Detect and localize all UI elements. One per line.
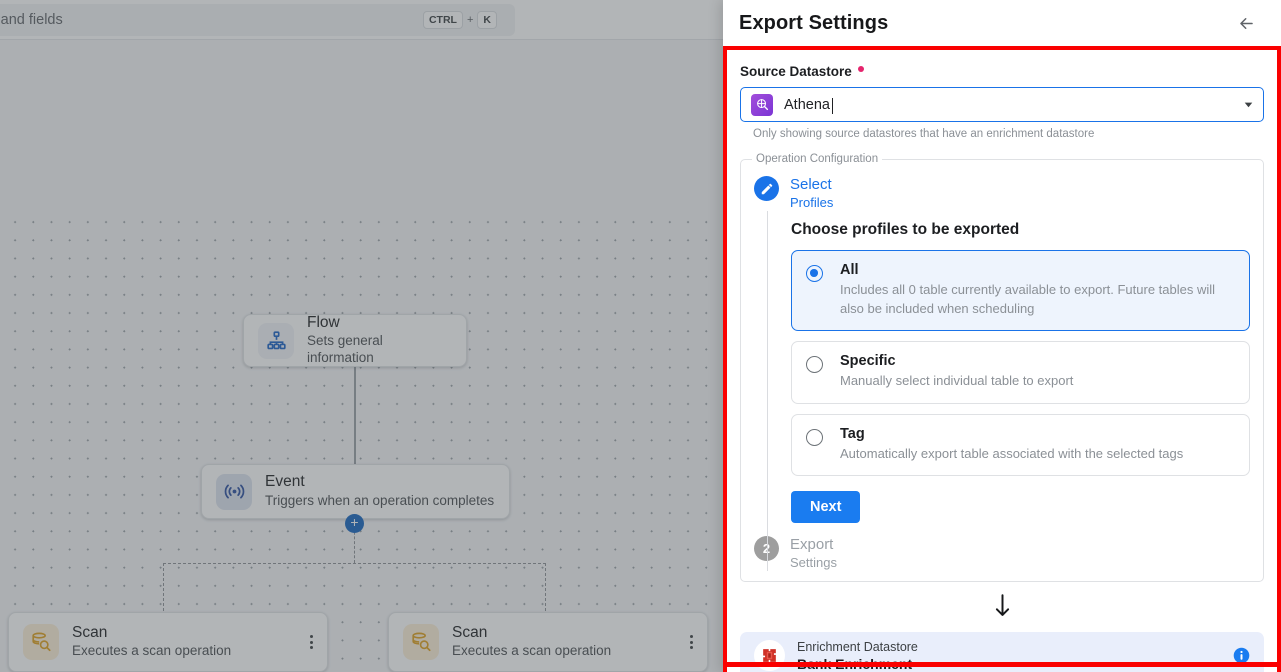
next-button[interactable]: Next (791, 491, 861, 524)
source-datastore-label-text: Source Datastore (740, 64, 852, 79)
stepper-step-export-settings[interactable]: 2 Export Settings (741, 535, 1263, 571)
stepper-connector-line (766, 211, 768, 572)
chevron-down-icon[interactable] (1242, 98, 1255, 111)
required-indicator-dot (857, 65, 864, 72)
source-datastore-value: Athena (784, 96, 833, 114)
option-specific[interactable]: Specific Manually select individual tabl… (791, 341, 1250, 404)
stepper-step-2-line2: Settings (790, 554, 837, 570)
arrow-left-icon[interactable] (1231, 8, 1261, 38)
enrichment-datastore-caption: Enrichment Datastore (797, 639, 918, 654)
radio-tag[interactable] (806, 428, 823, 446)
highlight-rectangle-bottom (723, 662, 1281, 667)
page-title: Export Settings (739, 11, 889, 34)
arrow-down-icon (740, 593, 1264, 625)
option-all-title: All (840, 262, 859, 279)
option-all[interactable]: All Includes all 0 table currently avail… (791, 250, 1250, 332)
option-tag-description: Automatically export table associated wi… (840, 445, 1184, 461)
source-datastore-helper-text: Only showing source datastores that have… (753, 128, 1095, 140)
operation-configuration-legend: Operation Configuration (756, 153, 879, 165)
modal-backdrop[interactable] (0, 0, 723, 672)
operation-stepper: Select Profiles Choose profiles to be ex… (741, 171, 1263, 572)
option-tag-title: Tag (840, 425, 865, 442)
option-specific-title: Specific (840, 353, 896, 370)
stepper-step-2-line1: Export (790, 536, 834, 554)
option-all-text: All Includes all 0 table currently avail… (840, 262, 1235, 318)
stepper-step-1-label: Select Profiles (790, 175, 833, 211)
choose-profiles-heading: Choose profiles to be exported (791, 221, 1020, 239)
option-specific-text: Specific Manually select individual tabl… (840, 353, 1073, 390)
stepper-step-select-profiles[interactable]: Select Profiles (741, 175, 1263, 211)
option-tag-text: Tag Automatically export table associate… (840, 426, 1183, 463)
option-specific-description: Manually select individual table to expo… (840, 373, 1074, 389)
radio-all[interactable] (806, 265, 823, 283)
athena-datastore-icon (751, 93, 773, 116)
select-profiles-content: Choose profiles to be exported All Inclu… (741, 211, 1263, 527)
stepper-step-1-line1: Select (790, 176, 832, 193)
source-datastore-select[interactable]: Athena (740, 87, 1264, 122)
source-datastore-label: Source Datastore (740, 64, 1264, 79)
option-all-description: Includes all 0 table currently available… (840, 282, 1216, 316)
pencil-edit-icon (754, 176, 779, 201)
panel-body: Source Datastore Athena Only showing sou… (723, 50, 1281, 672)
export-settings-panel: Export Settings Source Datastore Athena … (723, 0, 1281, 672)
screen-root: Search datastores, containers and fields… (0, 0, 1281, 672)
flow-canvas: Search datastores, containers and fields… (0, 0, 723, 672)
radio-specific[interactable] (806, 356, 823, 374)
operation-configuration-group: Operation Configuration Select Profiles (740, 153, 1264, 583)
stepper-step-2-label: Export Settings (790, 535, 837, 571)
panel-header: Export Settings (723, 0, 1281, 46)
stepper-step-1-line2: Profiles (790, 194, 834, 210)
option-tag[interactable]: Tag Automatically export table associate… (791, 413, 1250, 477)
